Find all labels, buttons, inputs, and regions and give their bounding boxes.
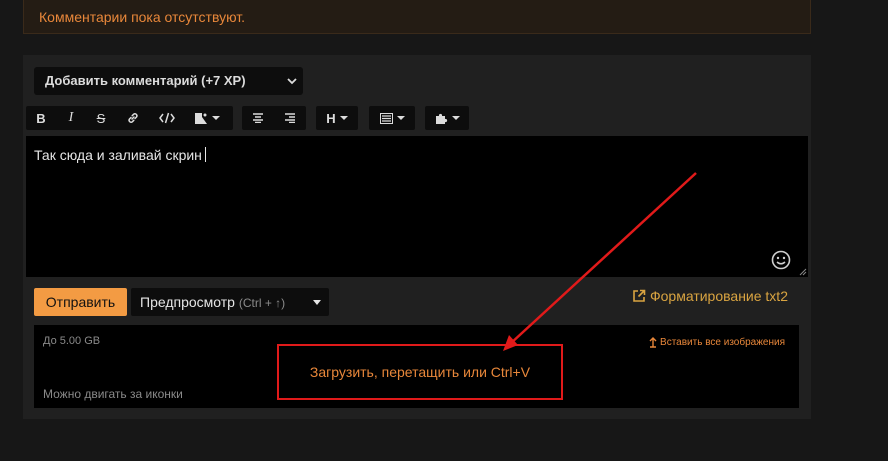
upload-drop-label[interactable]: Загрузить, перетащить или Ctrl+V [277, 344, 563, 400]
upload-arrow-icon [649, 337, 657, 348]
toolbar-align-group [242, 106, 306, 130]
external-link-icon [633, 289, 646, 302]
upload-size-limit: До 5.00 GB [43, 335, 101, 347]
toolbar-format-group: B I S [26, 106, 233, 130]
comment-text: Так сюда и заливай скрин [34, 147, 202, 163]
caret-down-icon [313, 300, 321, 305]
code-icon [159, 112, 175, 124]
italic-button[interactable]: I [56, 106, 86, 130]
chevron-down-icon [287, 78, 297, 85]
insert-all-images-label: Вставить все изображения [660, 337, 785, 348]
formatting-help-link[interactable]: Форматирование txt2 [632, 286, 788, 306]
bold-button[interactable]: B [26, 106, 56, 130]
link-button[interactable] [116, 106, 150, 130]
code-button[interactable] [150, 106, 184, 130]
plugin-dropdown-button[interactable] [425, 106, 469, 130]
strikethrough-icon: S [96, 110, 106, 126]
heading-dropdown-button[interactable]: H [316, 106, 358, 130]
caret-down-icon [212, 116, 220, 120]
insert-all-images-link[interactable]: Вставить все изображения [649, 337, 785, 348]
strike-button[interactable]: S [86, 106, 116, 130]
toolbar-list-group [369, 106, 415, 130]
no-comments-notice: Комментарии пока отсутствуют. [23, 0, 811, 34]
preview-label: Предпросмотр [140, 294, 235, 310]
link-icon [128, 113, 138, 123]
preview-button[interactable]: Предпросмотр (Ctrl + ↑) [131, 288, 329, 316]
toolbar-heading-group: H [316, 106, 358, 130]
italic-icon: I [68, 110, 74, 125]
list-icon [379, 112, 393, 124]
formatting-help-label: Форматирование txt2 [650, 288, 788, 304]
align-right-icon [285, 113, 295, 123]
bold-icon: B [36, 110, 46, 126]
resize-handle-icon[interactable] [799, 268, 807, 276]
heading-icon: H [326, 110, 336, 126]
text-cursor [204, 147, 206, 162]
comment-textarea[interactable]: Так сюда и заливай скрин [26, 136, 808, 277]
toolbar-plugin-group [425, 106, 469, 130]
send-button[interactable]: Отправить [34, 288, 127, 316]
emoji-icon[interactable] [771, 250, 791, 270]
image-icon [195, 112, 207, 124]
list-dropdown-button[interactable] [369, 106, 415, 130]
caret-down-icon [396, 116, 405, 120]
puzzle-icon [435, 113, 447, 124]
caret-down-icon [451, 116, 460, 120]
upload-move-hint: Можно двигать за иконки [43, 387, 183, 401]
preview-shortcut-hint: (Ctrl + ↑) [238, 296, 286, 310]
caret-down-icon [339, 116, 348, 120]
media-dropdown-button[interactable] [184, 106, 230, 130]
comment-type-value: Добавить комментарий (+7 XP) [45, 73, 246, 88]
align-center-button[interactable] [242, 106, 274, 130]
comment-type-select[interactable]: Добавить комментарий (+7 XP) [34, 67, 303, 95]
align-center-icon [253, 113, 263, 123]
align-right-button[interactable] [274, 106, 306, 130]
